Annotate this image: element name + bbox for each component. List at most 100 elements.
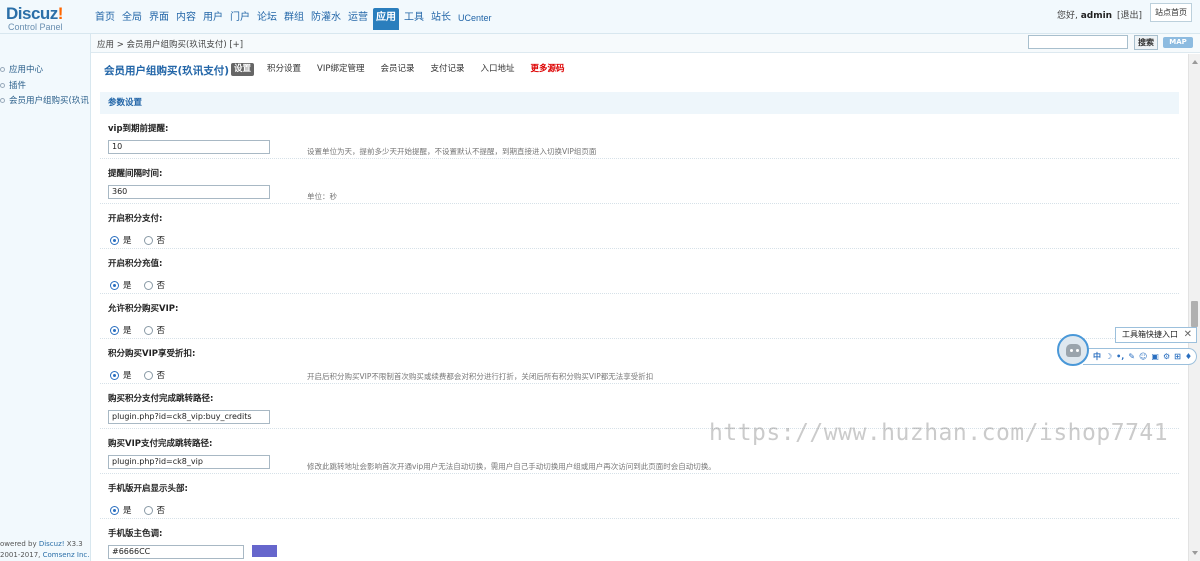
radio-button[interactable] xyxy=(110,235,119,245)
radio-option-yes[interactable]: 是 xyxy=(110,234,132,246)
radio-label: 是 xyxy=(123,371,132,381)
setting-input[interactable]: #6666CC xyxy=(108,545,244,559)
setting-hint: 修改此跳转地址会影响首次开通vip用户无法自动切换，需用户自己手动切换用户组或用… xyxy=(307,462,716,471)
tab[interactable]: 会员记录 xyxy=(377,63,417,76)
ime-tool-icon[interactable]: ⚙ xyxy=(1163,350,1170,364)
ime-toolbar: 中 ☽ •, ✎ ☺ ▣ ⚙ ⊞ ♦ xyxy=(1083,348,1197,365)
setting-row: vip到期前提醒: 10 设置单位为天，提前多少天开始提醒，不设置默认不提醒，到期直… xyxy=(100,114,1179,159)
discuz-logo[interactable]: Discuz! Control Panel xyxy=(6,5,86,33)
nav-item[interactable]: 首页 xyxy=(93,8,117,30)
ime-tooltip[interactable]: 工具箱快捷入口 ✕ xyxy=(1115,327,1197,343)
setting-input[interactable]: 10 xyxy=(108,140,270,154)
tab[interactable]: VIP绑定管理 xyxy=(314,63,367,76)
ime-tool-icon[interactable]: ♦ xyxy=(1185,350,1192,364)
radio-button[interactable] xyxy=(143,235,153,245)
ime-tool-icon[interactable]: •, xyxy=(1116,350,1124,364)
logo-bang: ! xyxy=(57,4,64,23)
tab[interactable]: 更多源码 xyxy=(528,63,568,76)
map-button[interactable]: MAP xyxy=(1163,37,1193,48)
tab[interactable]: 设置 xyxy=(231,63,255,76)
page-scrollbar[interactable] xyxy=(1188,54,1200,561)
ime-tool-icon[interactable]: ☽ xyxy=(1105,350,1112,364)
radio-option-no[interactable]: 否 xyxy=(143,369,165,381)
logout-link[interactable]: [退出] xyxy=(1117,11,1142,21)
radio-option-yes[interactable]: 是 xyxy=(110,504,132,516)
radio-label: 是 xyxy=(123,281,132,291)
scroll-up-arrow-icon[interactable] xyxy=(1192,60,1198,64)
section-header: 参数设置 xyxy=(100,92,1179,114)
setting-input[interactable]: 360 xyxy=(108,185,270,199)
radio-label: 是 xyxy=(123,326,132,336)
discuz-link[interactable]: Discuz! xyxy=(39,540,65,548)
comsenz-link[interactable]: Comsenz Inc. xyxy=(43,551,90,559)
radio-button[interactable] xyxy=(143,325,153,335)
ime-tool-icon[interactable]: ☺ xyxy=(1139,350,1147,364)
nav-item[interactable]: 站长 xyxy=(429,8,453,30)
nav-item[interactable]: 应用 xyxy=(373,8,399,30)
radio-label: 是 xyxy=(123,236,132,246)
setting-input[interactable]: plugin.php?id=ck8_vip xyxy=(108,455,270,469)
setting-row: 提醒间隔时间: 360 单位：秒 xyxy=(100,159,1179,204)
nav-item[interactable]: 门户 xyxy=(228,8,252,30)
username[interactable]: admin xyxy=(1081,11,1112,21)
plugin-tabs: 设置 积分设置 VIP绑定管理 会员记录 支付记录 入口地址 更多源码 xyxy=(231,63,578,76)
nav-item[interactable]: 论坛 xyxy=(255,8,279,30)
nav-item[interactable]: 界面 xyxy=(147,8,171,30)
nav-item[interactable]: 工具 xyxy=(402,8,426,30)
radio-option-yes[interactable]: 是 xyxy=(110,279,132,291)
setting-row: 开启积分支付: 是否 xyxy=(100,204,1179,249)
nav-item[interactable]: 群组 xyxy=(282,8,306,30)
scroll-thumb[interactable] xyxy=(1191,301,1198,327)
radio-button[interactable] xyxy=(143,370,153,380)
tab[interactable]: 入口地址 xyxy=(478,63,518,76)
radio-label: 否 xyxy=(156,236,166,246)
close-icon[interactable]: ✕ xyxy=(1184,328,1192,342)
scroll-down-arrow-icon[interactable] xyxy=(1192,551,1198,555)
radio-option-no[interactable]: 否 xyxy=(143,234,166,246)
setting-label: 购买VIP支付完成跳转路径: xyxy=(108,439,213,449)
yes-no-radios: 是否 xyxy=(110,234,177,246)
footer-copyright: 2001-2017, xyxy=(0,551,43,559)
logo-subtitle: Control Panel xyxy=(8,22,63,32)
radio-option-no[interactable]: 否 xyxy=(143,279,165,291)
radio-button[interactable] xyxy=(143,505,153,515)
logo-text: Discuz xyxy=(6,4,58,23)
radio-option-no[interactable]: 否 xyxy=(143,504,166,516)
ime-tool-icon[interactable]: 中 xyxy=(1093,350,1101,364)
nav-item[interactable]: 运营 xyxy=(346,8,370,30)
setting-label: 购买积分支付完成跳转路径: xyxy=(108,394,214,404)
sidebar-item-app-center[interactable]: 应用中心 xyxy=(0,63,89,75)
color-swatch[interactable] xyxy=(252,545,277,557)
sidebar-item-vip-plugin[interactable]: 会员用户组购买(玖讯支 xyxy=(0,94,89,106)
radio-option-yes[interactable]: 是 xyxy=(110,369,132,381)
radio-button[interactable] xyxy=(110,280,119,290)
page-title: 会员用户组购买(玖讯支付) xyxy=(104,65,230,77)
search-input[interactable] xyxy=(1028,35,1128,49)
ime-tool-icon[interactable]: ⊞ xyxy=(1174,350,1181,364)
nav-item[interactable]: 防灌水 xyxy=(309,8,343,30)
site-home-button[interactable]: 站点首页 xyxy=(1150,3,1192,22)
radio-button[interactable] xyxy=(110,505,119,515)
radio-button[interactable] xyxy=(110,325,119,335)
tab[interactable]: 积分设置 xyxy=(264,63,304,76)
breadcrumb[interactable]: 应用 > 会员用户组购买(玖讯支付) [+] xyxy=(97,38,243,50)
nav-item[interactable]: 全局 xyxy=(120,8,144,30)
nav-item[interactable]: 用户 xyxy=(201,8,225,30)
main-content: 会员用户组购买(玖讯支付) 设置 积分设置 VIP绑定管理 会员记录 支付记录 入口地址更… xyxy=(91,54,1188,561)
ime-tool-icon[interactable]: ✎ xyxy=(1128,350,1135,364)
radio-option-no[interactable]: 否 xyxy=(143,324,165,336)
radio-button[interactable] xyxy=(110,370,119,380)
nav-item[interactable]: UCenter xyxy=(456,8,494,30)
search-button[interactable]: 搜索 xyxy=(1134,35,1158,50)
radio-button[interactable] xyxy=(143,280,153,290)
radio-label: 否 xyxy=(156,506,166,516)
nav-item[interactable]: 内容 xyxy=(174,8,198,30)
radio-option-yes[interactable]: 是 xyxy=(110,324,132,336)
tab[interactable]: 支付记录 xyxy=(428,63,468,76)
admin-control-panel: Discuz! Control Panel 首页 全局 界面 内容 用户 门户 论坛 群组 防灌… xyxy=(0,0,1200,561)
bullet-icon xyxy=(0,98,5,103)
sidebar-item-plugins[interactable]: 插件 xyxy=(0,79,89,91)
ime-tool-icon[interactable]: ▣ xyxy=(1151,350,1159,364)
ime-avatar-icon[interactable] xyxy=(1057,334,1089,366)
setting-input[interactable]: plugin.php?id=ck8_vip:buy_credits xyxy=(108,410,270,424)
